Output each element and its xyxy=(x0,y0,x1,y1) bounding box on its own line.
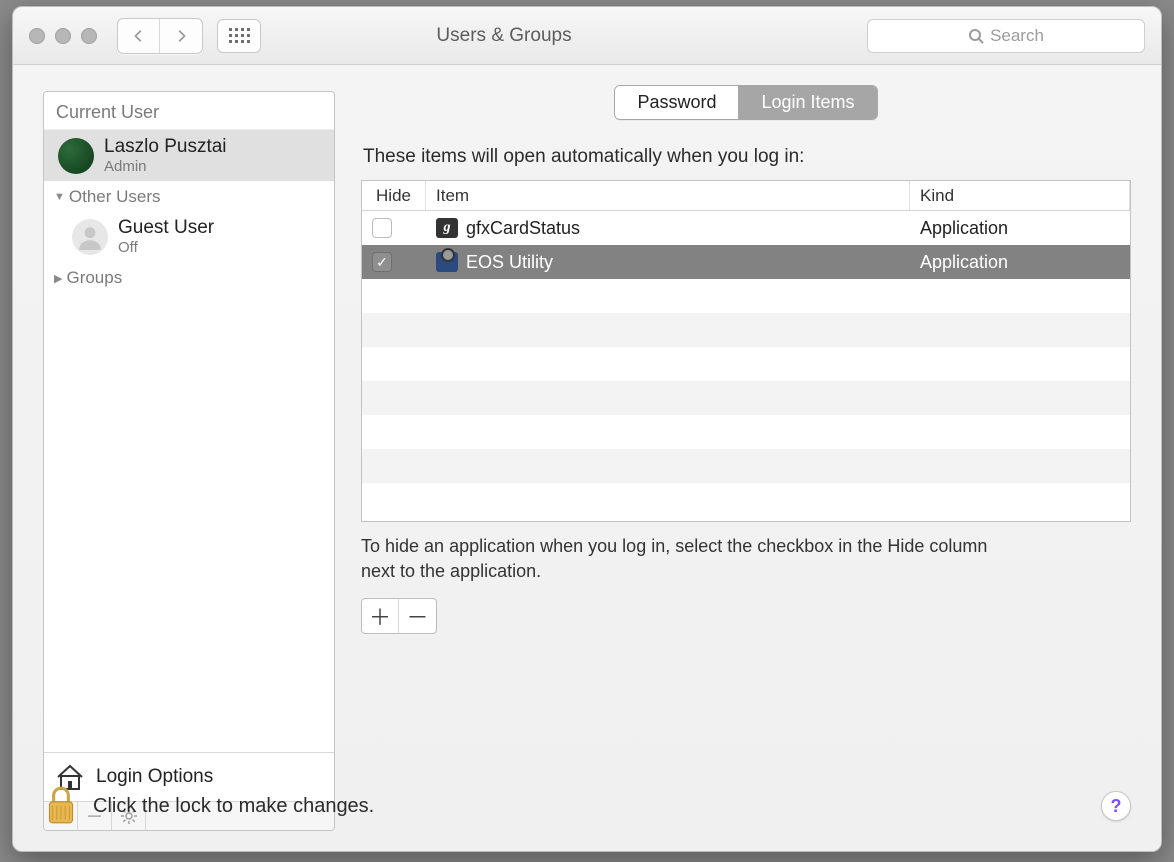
current-user-header: Current User xyxy=(44,92,334,130)
minimize-window-button[interactable] xyxy=(55,28,71,44)
item-name: EOS Utility xyxy=(466,252,553,273)
search-placeholder: Search xyxy=(990,26,1044,46)
item-kind: Application xyxy=(910,218,1130,239)
sidebar-item-guest-user[interactable]: Guest User Off xyxy=(44,211,334,262)
help-button[interactable]: ? xyxy=(1101,791,1131,821)
tab-bar: Password Login Items xyxy=(614,85,877,120)
intro-text: These items will open automatically when… xyxy=(363,146,1129,168)
users-list: Current User Laszlo Pusztai Admin ▼ Othe… xyxy=(43,91,335,831)
login-items-pane: Password Login Items These items will op… xyxy=(361,91,1131,831)
table-row[interactable]: g gfxCardStatus Application xyxy=(362,211,1130,245)
user-name: Laszlo Pusztai xyxy=(104,136,227,158)
groups-header[interactable]: ▶ Groups xyxy=(44,262,334,292)
lock-text: Click the lock to make changes. xyxy=(93,795,374,818)
avatar xyxy=(72,219,108,255)
search-icon xyxy=(968,28,984,44)
item-kind: Application xyxy=(910,252,1130,273)
remove-item-button[interactable]: － xyxy=(399,599,436,633)
other-users-header[interactable]: ▼ Other Users xyxy=(44,181,334,211)
hide-checkbox[interactable]: ✓ xyxy=(372,252,392,272)
column-item[interactable]: Item xyxy=(426,181,910,210)
table-header: Hide Item Kind xyxy=(362,181,1130,211)
titlebar: Users & Groups Search xyxy=(13,7,1161,65)
add-remove-items: ＋ － xyxy=(361,598,437,634)
lock-icon xyxy=(43,785,79,827)
tab-password[interactable]: Password xyxy=(615,86,739,119)
close-window-button[interactable] xyxy=(29,28,45,44)
app-icon: g xyxy=(436,218,458,238)
hide-checkbox[interactable] xyxy=(372,218,392,238)
add-item-button[interactable]: ＋ xyxy=(362,599,399,633)
search-field[interactable]: Search xyxy=(867,19,1145,53)
user-role: Admin xyxy=(104,158,227,175)
item-name: gfxCardStatus xyxy=(466,218,580,239)
sidebar-item-current-user[interactable]: Laszlo Pusztai Admin xyxy=(44,130,334,181)
users-sidebar: Current User Laszlo Pusztai Admin ▼ Othe… xyxy=(43,91,335,831)
window-controls xyxy=(29,28,97,44)
table-row[interactable]: ✓ EOS Utility Application xyxy=(362,245,1130,279)
column-hide[interactable]: Hide xyxy=(362,181,426,210)
user-status: Off xyxy=(118,239,214,256)
zoom-window-button[interactable] xyxy=(81,28,97,44)
avatar xyxy=(58,138,94,174)
preferences-window: Users & Groups Search Current User Laszl… xyxy=(12,6,1162,852)
back-button[interactable] xyxy=(118,19,160,53)
column-kind[interactable]: Kind xyxy=(910,181,1130,210)
person-icon xyxy=(77,224,103,250)
lock-area[interactable]: Click the lock to make changes. xyxy=(43,785,374,827)
table-body: g gfxCardStatus Application ✓ EOS Utilit… xyxy=(362,211,1130,521)
disclosure-down-icon: ▼ xyxy=(54,191,65,203)
disclosure-right-icon: ▶ xyxy=(54,272,62,285)
hint-text: To hide an application when you log in, … xyxy=(361,534,1021,584)
tab-login-items[interactable]: Login Items xyxy=(739,86,876,119)
window-title: Users & Groups xyxy=(155,25,853,47)
login-items-table: Hide Item Kind g gfxCardStatus Applicati… xyxy=(361,180,1131,522)
content-area: Current User Laszlo Pusztai Admin ▼ Othe… xyxy=(13,65,1161,851)
user-name: Guest User xyxy=(118,217,214,239)
app-icon xyxy=(436,252,458,272)
footer: Click the lock to make changes. ? xyxy=(43,785,1131,827)
